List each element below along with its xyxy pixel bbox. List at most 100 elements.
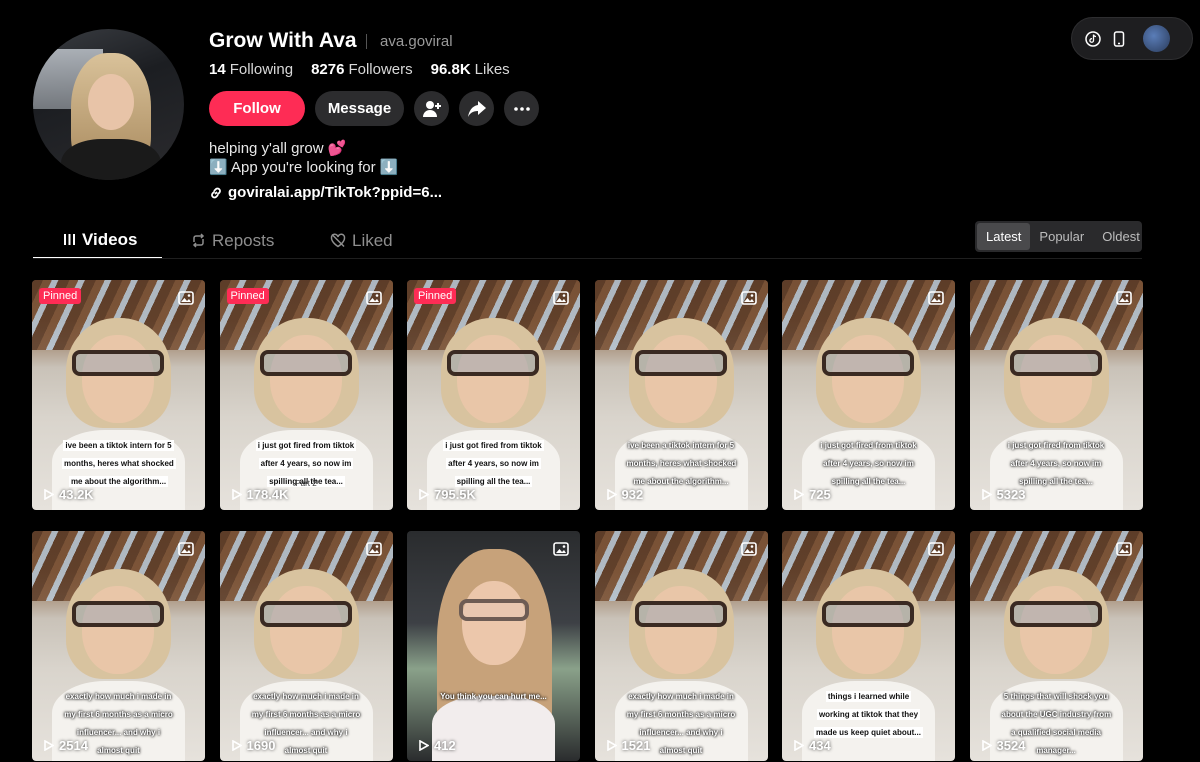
view-count: 795.5K: [419, 487, 476, 502]
video-caption: ive been a tiktok intern for 5 months, h…: [595, 435, 768, 489]
video-grid: Pinned ive been a tiktok intern for 5 mo…: [32, 280, 1143, 761]
view-count: 1690: [231, 738, 276, 753]
more-button[interactable]: [504, 91, 539, 126]
view-count: 412: [419, 738, 456, 753]
top-right-controls: [1071, 17, 1193, 60]
following-count: 14: [209, 61, 226, 78]
video-caption: ive been a tiktok intern for 5 months, h…: [32, 435, 205, 489]
view-count-text: 2514: [59, 738, 88, 753]
video-caption-text: ive been a tiktok intern for 5 months, h…: [626, 441, 737, 486]
photo-post-icon: [553, 542, 569, 556]
user-avatar[interactable]: [1143, 25, 1170, 52]
username: ava.goviral: [380, 33, 453, 50]
photo-post-icon: [365, 542, 382, 556]
view-count-text: 434: [809, 738, 831, 753]
play-icon: [419, 740, 429, 751]
video-card[interactable]: exactly how much i made in my first 6 mo…: [32, 531, 205, 761]
followers-count: 8276: [311, 61, 345, 78]
message-button[interactable]: Message: [315, 91, 404, 126]
play-icon: [606, 740, 617, 751]
share-icon: [467, 100, 486, 117]
video-card[interactable]: You think you can hurt me... 412: [407, 531, 580, 761]
add-friend-button[interactable]: [414, 91, 449, 126]
tab-liked[interactable]: Liked: [330, 222, 420, 259]
view-count-text: 1690: [246, 738, 276, 753]
play-icon: [981, 740, 992, 751]
pinned-badge: Pinned: [226, 288, 269, 304]
bio-link[interactable]: goviralai.app/TikTok?ppid=6...: [209, 184, 442, 201]
photo-post-icon: [928, 291, 944, 305]
more-icon: [513, 106, 530, 111]
tabs-divider: [33, 258, 1142, 259]
view-count-text: 178.4K: [246, 487, 289, 502]
followers-stat[interactable]: 8276 Followers: [311, 61, 413, 78]
photo-post-icon: [740, 542, 757, 556]
video-card[interactable]: Pinned ive been a tiktok intern for 5 mo…: [32, 280, 205, 510]
video-card[interactable]: exactly how much i made in my first 6 mo…: [219, 531, 393, 761]
video-caption-text: i just got fired from tiktok after 4 yea…: [820, 441, 917, 486]
sort-latest[interactable]: Latest: [977, 223, 1031, 250]
follow-button[interactable]: Follow: [209, 91, 305, 126]
link-icon: [211, 187, 221, 198]
sort-popular[interactable]: Popular: [1030, 223, 1093, 250]
photo-post-icon: [928, 542, 944, 556]
profile-actions: Follow Message: [209, 91, 539, 126]
tab-reposts-label: Reposts: [212, 230, 275, 250]
view-count-text: 1521: [621, 738, 651, 753]
view-count-text: 795.5K: [434, 487, 476, 502]
profile-stats: 14 Following 8276 Followers 96.8K Likes: [209, 61, 510, 78]
heart-hidden-icon: [330, 233, 346, 248]
view-count-text: 3524: [996, 738, 1026, 753]
play-icon: [794, 489, 804, 500]
play-icon: [419, 489, 429, 500]
view-count: 43.2K: [44, 487, 94, 502]
view-count: 932: [606, 487, 643, 502]
photo-post-icon: [740, 291, 757, 305]
display-name: Grow With Ava: [209, 29, 357, 52]
video-card[interactable]: Pinned i just got fired from tiktok afte…: [407, 280, 580, 510]
play-icon: [44, 740, 54, 751]
video-caption: You think you can hurt me...: [407, 686, 580, 704]
photo-post-icon: [365, 291, 382, 305]
sort-toggle: Latest Popular Oldest: [975, 221, 1142, 252]
video-caption: i just got fired from tiktok after 4 yea…: [407, 435, 580, 489]
tiktok-logo-icon[interactable]: [1085, 30, 1101, 47]
video-caption: things i learned while working at tiktok…: [782, 686, 955, 740]
tab-liked-label: Liked: [352, 230, 393, 250]
following-stat[interactable]: 14 Following: [209, 61, 293, 78]
view-count: 1521: [606, 738, 651, 753]
view-count: 178.4K: [231, 487, 289, 502]
tab-reposts[interactable]: Reposts: [191, 222, 302, 259]
sort-oldest[interactable]: Oldest: [1093, 223, 1149, 250]
video-card[interactable]: 5 things that will shock you about the U…: [969, 531, 1143, 761]
mobile-device-icon[interactable]: [1113, 30, 1125, 47]
video-card[interactable]: i just got fired from tiktok after 4 yea…: [969, 280, 1143, 510]
view-count: 5323: [981, 487, 1025, 502]
video-caption: i just got fired from tiktok after 4 yea…: [970, 435, 1143, 489]
play-icon: [794, 740, 804, 751]
play-icon: [606, 489, 617, 500]
bio-line-2: ⬇️ App you're looking for ⬇️: [209, 159, 399, 176]
photo-post-icon: [178, 542, 194, 556]
repost-icon: [192, 233, 205, 248]
photo-post-icon: [553, 291, 569, 305]
grid-icon: [64, 234, 75, 245]
video-card[interactable]: exactly how much i made in my first 6 mo…: [594, 531, 768, 761]
tab-videos[interactable]: Videos: [33, 222, 162, 259]
photo-post-icon: [178, 291, 194, 305]
view-count: 434: [794, 738, 831, 753]
pinned-badge: Pinned: [39, 288, 82, 304]
video-card[interactable]: i just got fired from tiktok after 4 yea…: [782, 280, 955, 510]
bio-line-1: helping y'all grow 💕: [209, 140, 347, 157]
view-count: 2514: [44, 738, 88, 753]
video-card[interactable]: Pinned i just got fired from tiktok afte…: [219, 280, 393, 510]
play-icon: [44, 489, 54, 500]
tab-videos-label: Videos: [82, 229, 138, 249]
profile-tabs: Videos Reposts Liked: [33, 222, 420, 259]
view-count: 3524: [981, 738, 1026, 753]
video-card[interactable]: things i learned while working at tiktok…: [782, 531, 955, 761]
video-caption-text: You think you can hurt me...: [440, 692, 547, 701]
video-card[interactable]: ive been a tiktok intern for 5 months, h…: [594, 280, 768, 510]
likes-count: 96.8K: [430, 61, 471, 78]
share-button[interactable]: [459, 91, 494, 126]
